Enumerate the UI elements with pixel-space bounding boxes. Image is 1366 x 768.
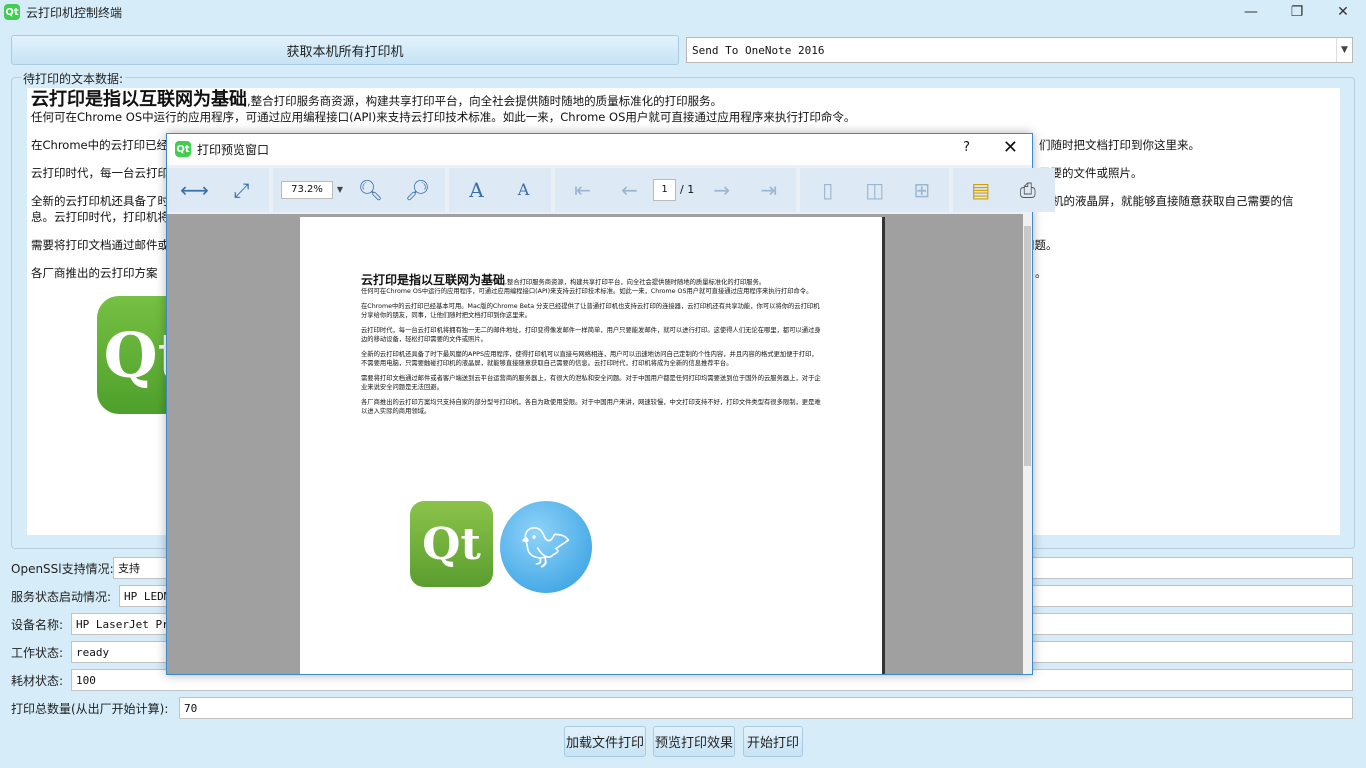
- zoom-chevron-down-icon[interactable]: ▼: [333, 180, 347, 200]
- preview-area[interactable]: 云打印是指以互联网为基础,整合打印服务商资源，构建共享打印平台，向全社会提供随时…: [167, 214, 1024, 674]
- page-twitter-bird-icon: 🐦︎: [500, 501, 592, 593]
- print-icon[interactable]: ⎙: [1004, 168, 1051, 212]
- single-page-icon[interactable]: ▯: [804, 168, 851, 212]
- doc-heading-rest: ,整合打印服务商资源，构建共享打印平台，向全社会提供随时随地的质量标准化的打印服…: [247, 94, 723, 108]
- doc-p1-right: 们随时把文档打印到你这里来。: [1039, 138, 1200, 152]
- previous-page-icon[interactable]: ←: [606, 168, 653, 212]
- dialog-title: 打印预览窗口: [197, 142, 270, 157]
- start-print-button[interactable]: 开始打印: [743, 726, 803, 757]
- doc-p4-left: 需要将打印文档通过邮件或: [31, 238, 169, 252]
- fit-page-icon[interactable]: ⤢: [218, 168, 265, 212]
- page-heading: 云打印是指以互联网为基础: [361, 273, 506, 287]
- minimize-button[interactable]: —: [1228, 0, 1274, 24]
- work-label: 工作状态:: [11, 645, 64, 660]
- help-button[interactable]: ?: [963, 140, 970, 155]
- dialog-title-bar: Qt 打印预览窗口 ? ✕: [167, 134, 1032, 164]
- preview-page: 云打印是指以互联网为基础,整合打印服务商资源，构建共享打印平台，向全社会提供随时…: [300, 217, 882, 674]
- doc-line-2: 任何可在Chrome OS中运行的应用程序，可通过应用编程接口(API)来支持云…: [31, 110, 856, 124]
- device-label: 设备名称:: [11, 617, 64, 632]
- text-group-legend: 待打印的文本数据:: [21, 70, 126, 87]
- openssl-label: OpenSSl支持情况:: [11, 561, 114, 576]
- page-p1: 在Chrome中的云打印已经基本可用。Mac版的Chrome Beta 分支已经…: [361, 303, 820, 319]
- supply-label: 耗材状态:: [11, 673, 64, 688]
- zoom-input[interactable]: 73.2%: [281, 180, 333, 199]
- total-field[interactable]: 70: [179, 697, 1353, 719]
- page-p3: 全新的云打印机还具备了时下最风靡的APPS应用程序，使得打印机可以直接与网络相连…: [361, 351, 818, 367]
- page-p5: 各厂商推出的云打印方案均只支持自家的部分型号打印机，各自为政使用受限。对于中国用…: [361, 399, 821, 415]
- preview-scrollbar[interactable]: [1023, 214, 1032, 674]
- chevron-down-icon[interactable]: ▼: [1336, 38, 1352, 62]
- doc-heading: 云打印是指以互联网为基础: [31, 89, 247, 110]
- first-page-icon[interactable]: ⇤: [559, 168, 606, 212]
- zoom-in-icon[interactable]: 🔎︎: [394, 168, 441, 212]
- total-label: 打印总数量(从出厂开始计算):: [11, 701, 169, 716]
- app-icon: Qt: [4, 4, 20, 20]
- close-button[interactable]: ✕: [1320, 0, 1366, 24]
- maximize-button[interactable]: ❐: [1274, 0, 1320, 24]
- title-bar: Qt 云打印机控制终端 — ❐ ✕: [0, 0, 1366, 24]
- portrait-icon[interactable]: A: [453, 168, 500, 212]
- scrollbar-thumb[interactable]: [1024, 226, 1031, 466]
- landscape-icon[interactable]: A: [500, 168, 547, 212]
- zoom-out-icon[interactable]: 🔍︎: [347, 168, 394, 212]
- doc-p5-right: 。: [1035, 266, 1047, 280]
- last-page-icon[interactable]: ⇥: [745, 168, 792, 212]
- doc-p5-left: 各厂商推出的云打印方案: [31, 266, 158, 280]
- doc-p2-left: 云打印时代，每一台云打印: [31, 166, 169, 180]
- next-page-icon[interactable]: →: [698, 168, 745, 212]
- page-qt-logo-icon: Qt: [410, 501, 493, 587]
- page-line-2: 任何可在Chrome OS中运行的应用程序，可通过应用编程接口(API)来支持云…: [361, 288, 813, 295]
- window-title: 云打印机控制终端: [26, 5, 123, 20]
- printer-select[interactable]: Send To OneNote 2016 ▼: [686, 37, 1353, 63]
- get-printers-button[interactable]: 获取本机所有打印机: [11, 35, 679, 65]
- doc-p3-left: 全新的云打印机还具备了时: [31, 194, 169, 208]
- print-preview-dialog: Qt 打印预览窗口 ? ✕ ⟷ ⤢ 73.2% ▼ 🔍︎ 🔎︎ A A ⇤ ← …: [166, 133, 1056, 675]
- page-p4: 需要将打印文档通过邮件或者客户端送到云平台运营商的服务器上，有很大的泄私和安全问…: [361, 375, 821, 391]
- page-number-input[interactable]: 1: [653, 178, 676, 201]
- page-setup-icon[interactable]: ▤: [957, 168, 1004, 212]
- doc-p1-left: 在Chrome中的云打印已经基: [31, 138, 180, 152]
- page-p2: 云打印时代，每一台云打印机将拥有独一无二的邮件地址，打印变得像发邮件一样简单，用…: [361, 327, 821, 343]
- overview-pages-icon[interactable]: ⊞: [898, 168, 945, 212]
- doc-p3-right: 打印机的液晶屏，就能够直接随意获取自己需要的信: [1029, 194, 1294, 208]
- service-label: 服务状态启动情况:: [11, 589, 112, 604]
- dialog-app-icon: Qt: [175, 141, 191, 157]
- fit-width-icon[interactable]: ⟷: [171, 168, 218, 212]
- page-heading-rest: ,整合打印服务商资源，构建共享打印平台，向全社会提供随时随地的质量标准化的打印服…: [505, 279, 766, 286]
- facing-pages-icon[interactable]: ◫: [851, 168, 898, 212]
- page-total: / 1: [680, 183, 695, 196]
- load-file-button[interactable]: 加载文件打印: [564, 726, 646, 757]
- total-row: 打印总数量(从出厂开始计算): 70: [11, 697, 1353, 719]
- preview-toolbar: ⟷ ⤢ 73.2% ▼ 🔍︎ 🔎︎ A A ⇤ ← 1 / 1 → ⇥ ▯ ◫ …: [167, 165, 1056, 214]
- dialog-close-button[interactable]: ✕: [1003, 137, 1018, 158]
- printer-select-value: Send To OneNote 2016: [692, 43, 825, 57]
- preview-button[interactable]: 预览打印效果: [653, 726, 735, 757]
